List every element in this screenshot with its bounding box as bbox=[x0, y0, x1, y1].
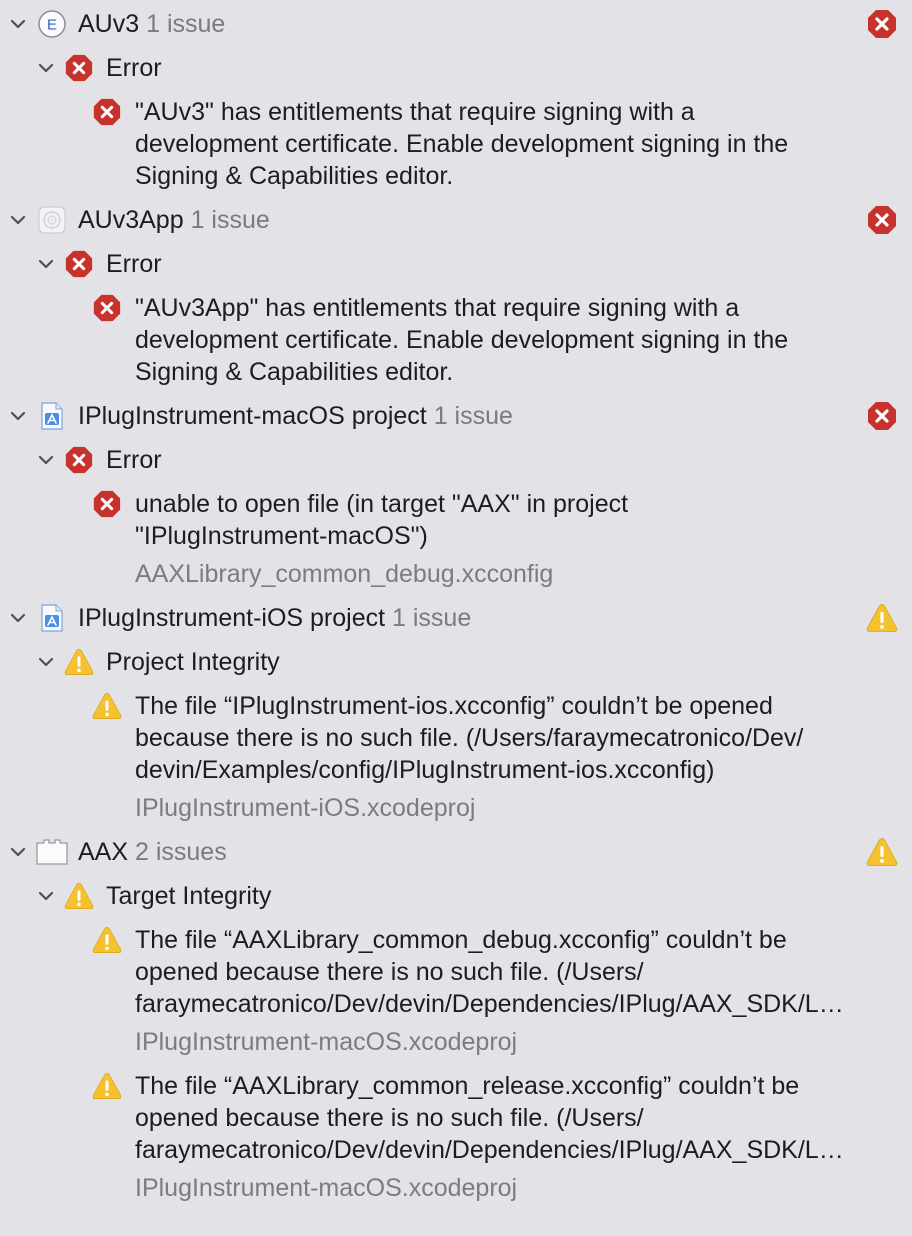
issue-count: 1 issue bbox=[392, 604, 472, 632]
group-title[interactable]: IPlugInstrument-macOS project 1 issue bbox=[78, 401, 513, 431]
issue-message-line: The file “AAXLibrary_common_debug.xcconf… bbox=[135, 926, 787, 954]
issue-category-label[interactable]: Error bbox=[106, 53, 162, 83]
warning-icon bbox=[92, 925, 122, 955]
disclosure-chevron-down-icon[interactable] bbox=[8, 608, 28, 628]
group-name: IPlugInstrument-iOS project bbox=[78, 604, 386, 632]
issue-category-label[interactable]: Error bbox=[106, 249, 162, 279]
warning-icon bbox=[92, 691, 122, 721]
issue-message-line: Signing & Capabilities editor. bbox=[135, 162, 454, 190]
issue-count: 2 issues bbox=[134, 838, 227, 866]
issue-category-label[interactable]: Target Integrity bbox=[106, 881, 271, 911]
issue-count: 1 issue bbox=[190, 206, 270, 234]
warning-badge-icon bbox=[866, 602, 898, 634]
disclosure-chevron-down-icon[interactable] bbox=[36, 58, 56, 78]
warning-icon bbox=[64, 647, 94, 677]
issue-file-name[interactable]: AAXLibrary_common_debug.xcconfig bbox=[135, 559, 553, 589]
xcode-project-icon bbox=[37, 401, 67, 431]
issue-message-line: because there is no such file. (/Users/f… bbox=[135, 724, 804, 752]
error-badge-icon bbox=[866, 8, 898, 40]
issue-category-label[interactable]: Error bbox=[106, 445, 162, 475]
group-name: AUv3 bbox=[78, 10, 140, 38]
issue-message-line: devin/Examples/config/IPlugInstrument-io… bbox=[135, 756, 715, 784]
error-icon bbox=[64, 445, 94, 475]
disclosure-chevron-down-icon[interactable] bbox=[36, 450, 56, 470]
issue-file-name[interactable]: IPlugInstrument-macOS.xcodeproj bbox=[135, 1173, 517, 1203]
disclosure-chevron-down-icon[interactable] bbox=[8, 210, 28, 230]
issue-file-name[interactable]: IPlugInstrument-macOS.xcodeproj bbox=[135, 1027, 517, 1057]
disclosure-chevron-down-icon[interactable] bbox=[8, 842, 28, 862]
error-icon bbox=[64, 53, 94, 83]
group-name: AAX bbox=[78, 838, 129, 866]
error-icon bbox=[92, 489, 122, 519]
disclosure-chevron-down-icon[interactable] bbox=[36, 652, 56, 672]
issue-message: The file “AAXLibrary_common_debug.xcconf… bbox=[135, 924, 895, 1020]
issue-message-line: The file “IPlugInstrument-ios.xcconfig” … bbox=[135, 692, 773, 720]
error-icon bbox=[92, 97, 122, 127]
issue-file-name[interactable]: IPlugInstrument-iOS.xcodeproj bbox=[135, 793, 475, 823]
group-name: IPlugInstrument-macOS project bbox=[78, 402, 427, 430]
issue-message-line: Signing & Capabilities editor. bbox=[135, 358, 454, 386]
issue-message-line: opened because there is no such file. (/… bbox=[135, 958, 644, 986]
issue-message-line: faraymecatronico/Dev/devin/Dependencies/… bbox=[135, 1136, 844, 1164]
error-badge-icon bbox=[866, 204, 898, 236]
group-title[interactable]: AUv3App 1 issue bbox=[78, 205, 270, 235]
issue-message: The file “AAXLibrary_common_release.xcco… bbox=[135, 1070, 895, 1166]
issue-message: "AUv3App" has entitlements that require … bbox=[135, 292, 895, 388]
issue-message-line: "AUv3" has entitlements that require sig… bbox=[135, 98, 695, 126]
issue-message-line: faraymecatronico/Dev/devin/Dependencies/… bbox=[135, 990, 844, 1018]
issue-message-line: unable to open file (in target "AAX" in … bbox=[135, 490, 629, 518]
error-icon bbox=[64, 249, 94, 279]
issue-category-label[interactable]: Project Integrity bbox=[106, 647, 280, 677]
issue-message-line: opened because there is no such file. (/… bbox=[135, 1104, 644, 1132]
issue-count: 1 issue bbox=[433, 402, 513, 430]
group-name: AUv3App bbox=[78, 206, 184, 234]
issue-message-line: development certificate. Enable developm… bbox=[135, 130, 789, 158]
issue-message: "AUv3" has entitlements that require sig… bbox=[135, 96, 895, 192]
issue-message-line: development certificate. Enable developm… bbox=[135, 326, 789, 354]
error-badge-icon bbox=[866, 400, 898, 432]
error-icon bbox=[92, 293, 122, 323]
warning-icon bbox=[64, 881, 94, 911]
library-target-icon bbox=[35, 837, 69, 867]
issue-message: unable to open file (in target "AAX" in … bbox=[135, 488, 895, 552]
group-title[interactable]: AAX 2 issues bbox=[78, 837, 227, 867]
issue-count: 1 issue bbox=[146, 10, 226, 38]
issue-message-line: "IPlugInstrument-macOS") bbox=[135, 522, 428, 550]
issue-message: The file “IPlugInstrument-ios.xcconfig” … bbox=[135, 690, 895, 786]
disclosure-chevron-down-icon[interactable] bbox=[36, 886, 56, 906]
issue-message-line: "AUv3App" has entitlements that require … bbox=[135, 294, 740, 322]
disclosure-chevron-down-icon[interactable] bbox=[8, 14, 28, 34]
disclosure-chevron-down-icon[interactable] bbox=[36, 254, 56, 274]
warning-icon bbox=[92, 1071, 122, 1101]
xcode-project-icon bbox=[37, 603, 67, 633]
warning-badge-icon bbox=[866, 836, 898, 868]
disclosure-chevron-down-icon[interactable] bbox=[8, 406, 28, 426]
app-target-icon bbox=[37, 205, 67, 235]
svg-text:E: E bbox=[47, 17, 57, 34]
issue-message-line: The file “AAXLibrary_common_release.xcco… bbox=[135, 1072, 800, 1100]
extension-e-icon: E bbox=[37, 9, 67, 39]
group-title[interactable]: AUv3 1 issue bbox=[78, 9, 225, 39]
group-title[interactable]: IPlugInstrument-iOS project 1 issue bbox=[78, 603, 471, 633]
